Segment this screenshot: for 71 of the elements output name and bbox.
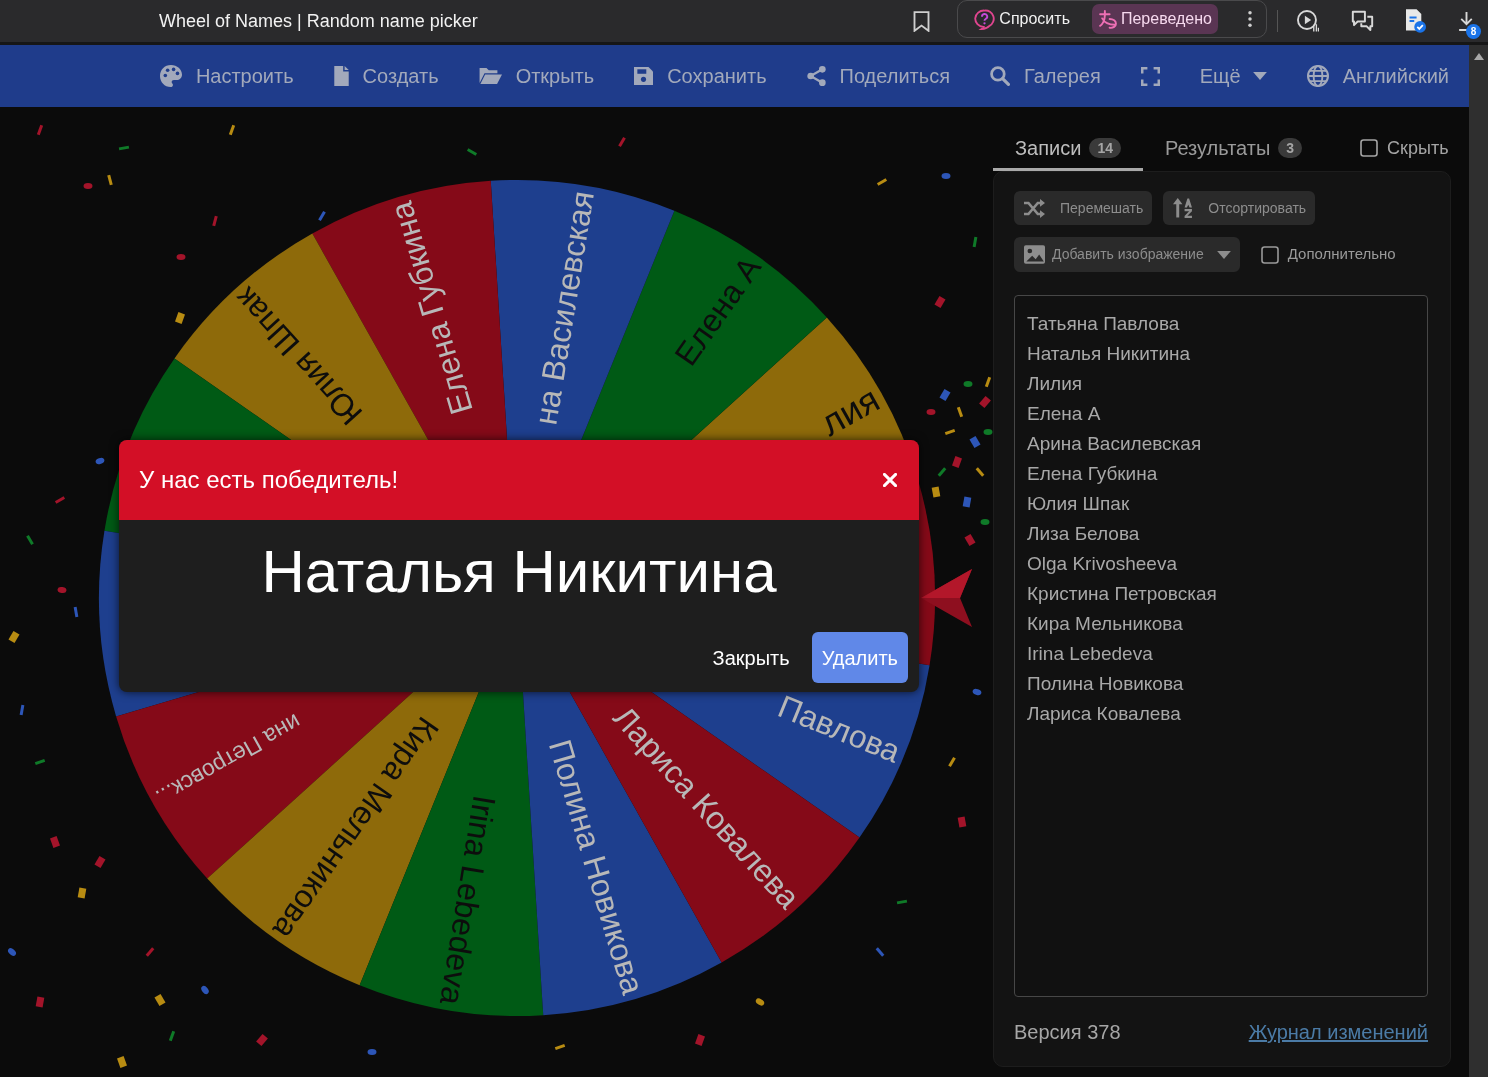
image-icon [1024,245,1045,264]
chat-question-icon [974,8,996,30]
globe-icon [1306,65,1329,87]
nav-link[interactable]: Английский [1306,61,1449,91]
nav-link[interactable]: Открыть [478,61,595,91]
ask-button[interactable]: Спросить [968,4,1076,34]
scrollbar-track[interactable] [1469,45,1488,1077]
entry-text: Кира Мельникова [1027,612,1184,636]
entry-text: Irina Lebedeva [1027,642,1154,666]
wheel-label: лия [813,378,887,444]
entry-text: Лариса Ковалева [1027,702,1182,726]
entries-field[interactable]: Татьяна Павлова Наталья Никитина Лилия Елена А Арина Василевская Елена Губкина Юлия Шпак Лиза Белова Olga Krivosheeva Кристина Петровская Кира Мельникова Irina Lebedeva Полина Новикова Лариса Ковалева [1014,295,1428,997]
sort-button[interactable]: Отсортировать [1163,191,1316,225]
palette-icon [159,65,182,87]
nav-link[interactable]: Галерея [990,61,1101,91]
sort-icon [1173,198,1194,218]
close-icon [883,473,897,487]
translate-button[interactable]: Переведено [1091,4,1218,34]
download-count: 8 [1466,24,1481,39]
count-badge: 14 [1089,138,1121,158]
entry-text: Лилия [1027,372,1084,396]
translate-icon [1097,9,1117,29]
dialog-title: У нас есть победитель! [139,465,399,495]
hide-checkbox[interactable]: Скрыть [1360,134,1449,162]
entry-text: Кристина Петровская [1027,582,1218,606]
folder-icon [478,67,502,85]
entry-text: Полина Новикова [1027,672,1185,696]
nav-link[interactable]: Сохранить [634,61,767,91]
play-circle-icon[interactable] [1297,10,1319,32]
advanced-checkbox[interactable]: Дополнительно [1260,243,1396,266]
close-text-button[interactable]: Закрыть [710,632,792,683]
entry-text: Елена А [1027,402,1102,426]
shuffle-icon [1024,198,1045,218]
entry-text: Olga Krivosheeva [1027,552,1178,576]
entry-text: Татьяна Павлова [1027,312,1181,336]
checkbox-icon[interactable] [1260,245,1279,264]
kebab-menu-icon[interactable] [1248,11,1252,27]
tab-title[interactable]: Wheel of Names | Random name picker [159,7,478,35]
nav-link[interactable]: Настроить [159,61,294,91]
document-check-icon[interactable] [1406,9,1426,33]
entry-text: Лиза Белова [1027,522,1141,546]
remove-button[interactable]: Удалить [811,632,908,683]
version-text: Версия 378 [1014,1020,1121,1045]
add-image-dropdown[interactable]: Добавить изображение [1014,237,1240,272]
winner-name: Наталья Никитина [260,537,778,607]
close-button[interactable] [883,473,897,487]
entry-text: Юлия Шпак [1027,492,1131,516]
bookmark-icon[interactable] [913,10,931,32]
fullscreen-button[interactable] [1140,66,1160,86]
scroll-up-icon[interactable] [1473,53,1484,60]
share-icon [806,66,826,86]
panel-tab[interactable]: Результаты 3 [1142,128,1325,171]
wheel-label: Irina Lebedeva [432,792,503,1008]
changelog-link[interactable]: Журнал изменений [1248,1018,1428,1046]
shuffle-button[interactable]: Перемешать [1014,191,1153,225]
caret-down-icon [1252,72,1267,80]
entry-text: Елена Губкина [1027,462,1159,486]
wheel-label: на Василевская [527,188,602,428]
chat-bubbles-icon[interactable] [1351,9,1374,33]
checkbox-icon[interactable] [1360,139,1379,157]
wheel-label: Елена Губкина [383,197,480,419]
caret-down-icon [1216,250,1231,259]
entry-text: Арина Василевская [1027,432,1203,456]
entry-text: Наталья Никитина [1027,342,1192,366]
fullscreen-icon [1140,66,1160,86]
nav-link[interactable]: Поделиться [806,61,950,91]
nav-dropdown[interactable]: Ещё [1199,61,1267,91]
file-icon [333,66,349,86]
nav-link[interactable]: Создать [333,61,439,91]
count-badge: 3 [1278,138,1303,158]
search-icon [990,66,1010,86]
